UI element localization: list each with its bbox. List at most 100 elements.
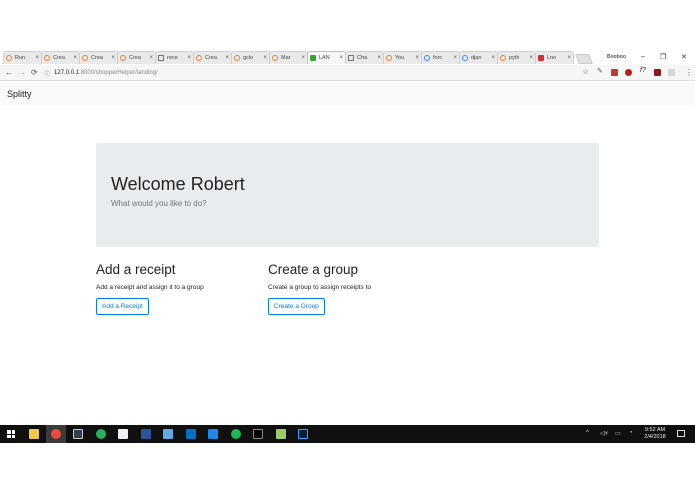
welcome-jumbotron: Welcome Robert What would you like to do… [96,143,599,247]
store-icon[interactable] [118,429,128,439]
close-tab-icon[interactable]: × [263,55,267,61]
close-tab-icon[interactable]: × [35,55,39,61]
create-group-button[interactable]: Create a Group [268,298,325,315]
site-navbar: Splitty [0,82,695,106]
browser-tab[interactable]: pyth × [497,51,536,64]
tab-label: pyth [509,55,520,61]
create-group-section: Create a group Create a group to assign … [268,262,371,315]
close-tab-icon[interactable]: × [491,55,495,61]
close-tab-icon[interactable]: × [301,55,305,61]
browser-tab[interactable]: Run × [3,51,42,64]
browser-tab-strip: Run × Crea × Crea × Crea × rece × Crea × gclo × Mar × LA… [0,51,695,65]
formula-extension-icon[interactable]: f? [640,67,647,74]
create-group-description: Create a group to assign receipts to [268,284,371,291]
close-tab-icon[interactable]: × [415,55,419,61]
browser-tab[interactable]: You × [383,51,422,64]
browser-tab[interactable]: Mar × [269,51,308,64]
system-clock[interactable]: 9:52 AM 2/4/2018 [640,427,670,441]
close-tab-icon[interactable]: × [529,55,533,61]
red-square-icon [538,55,544,61]
forward-button[interactable]: → [18,68,26,77]
welcome-title: Welcome Robert [111,174,245,194]
tray-chevron-icon[interactable]: ^ [586,430,589,436]
bookmark-star-icon[interactable]: ☆ [582,67,589,76]
shield-extension-icon[interactable] [625,69,632,76]
profile-name[interactable]: Booboo [607,54,626,60]
green-app-icon[interactable] [96,429,106,439]
browser-tab[interactable]: rece × [155,51,194,64]
chrome-taskbar-icon[interactable] [51,429,61,439]
network-icon[interactable]: ◔ [629,430,633,436]
terminal-icon[interactable] [253,429,263,439]
browser-tab[interactable]: Crea × [41,51,80,64]
app-icon[interactable] [163,429,173,439]
blue-app-icon[interactable] [208,429,218,439]
close-tab-icon[interactable]: × [149,55,153,61]
leaf-icon [310,55,316,61]
back-button[interactable]: ← [5,68,13,77]
tab-label: LAN [319,55,330,61]
notepad-icon[interactable] [276,429,286,439]
close-tab-icon[interactable]: × [377,55,381,61]
windows-taskbar: ^ ◁× ▭ ◔ 9:52 AM 2/4/2018 [0,425,695,443]
new-tab-button[interactable] [575,54,593,64]
notification-icon[interactable] [677,430,685,437]
browser-tab[interactable]: forc × [421,51,460,64]
address-bar[interactable]: ⓘ 127.0.0.1:8000/shopperHelper/landing/ [44,67,584,79]
chrome-spinner-icon [234,55,240,61]
add-receipt-button[interactable]: Add a Receipt [96,298,149,315]
close-tab-icon[interactable]: × [187,55,191,61]
tab-label: Crea [205,55,217,61]
brand-link[interactable]: Splitty [7,89,32,99]
google-icon [462,55,468,61]
tab-label: Mar [281,55,291,61]
star-icon [500,55,506,61]
close-tab-icon[interactable]: × [111,55,115,61]
close-tab-icon[interactable]: × [339,55,343,61]
photoshop-icon[interactable] [298,429,308,439]
close-window-button[interactable]: ✕ [681,53,687,61]
file-explorer-icon[interactable] [29,429,39,439]
chrome-spinner-icon [6,55,12,61]
tab-label: rece [167,55,178,61]
chrome-spinner-icon [44,55,50,61]
screen: Run × Crea × Crea × Crea × rece × Crea × gclo × Mar × LA… [0,0,695,494]
browser-toolbar: ← → ⟳ ⓘ 127.0.0.1:8000/shopperHelper/lan… [0,65,695,81]
close-tab-icon[interactable]: × [225,55,229,61]
browser-tab[interactable]: LAN × [307,51,346,64]
browser-tab[interactable]: Cha × [345,51,384,64]
windows-start-icon[interactable] [7,430,15,438]
tab-label: gclo [243,55,254,61]
tab-label: forc [433,55,443,61]
google-icon [424,55,430,61]
gray-extension-icon[interactable] [668,69,675,76]
browser-tab[interactable]: Crea × [193,51,232,64]
outlook-icon[interactable] [186,429,196,439]
volume-icon[interactable]: ◁× [600,430,608,437]
browser-tab[interactable]: djan × [459,51,498,64]
acrobat-extension-icon[interactable] [654,69,661,76]
close-tab-icon[interactable]: × [453,55,457,61]
browser-tab[interactable]: Crea × [117,51,156,64]
eyedropper-extension-icon[interactable]: ✎ [597,67,604,75]
close-tab-icon[interactable]: × [73,55,77,61]
url-host: 127.0.0.1 [54,70,80,76]
calculator-icon[interactable] [73,429,83,439]
minimize-button[interactable]: – [641,53,645,60]
reload-button[interactable]: ⟳ [31,68,38,77]
below-screen-area [0,443,695,494]
clock-time: 9:52 AM [644,427,666,433]
word-icon[interactable] [141,429,151,439]
restore-button[interactable]: ❐ [660,53,666,61]
red-extension-icon[interactable] [611,69,618,76]
browser-tab[interactable]: Lno × [535,51,574,64]
chrome-spinner-icon [120,55,126,61]
info-icon[interactable]: ⓘ [44,69,50,78]
browser-tab[interactable]: gclo × [231,51,270,64]
browser-tab[interactable]: Crea × [79,51,118,64]
menu-icon[interactable]: ⋮ [685,68,693,77]
close-tab-icon[interactable]: × [567,55,571,61]
spotify-icon[interactable] [231,429,241,439]
battery-icon[interactable]: ▭ [615,430,621,437]
tab-label: djan [471,55,482,61]
